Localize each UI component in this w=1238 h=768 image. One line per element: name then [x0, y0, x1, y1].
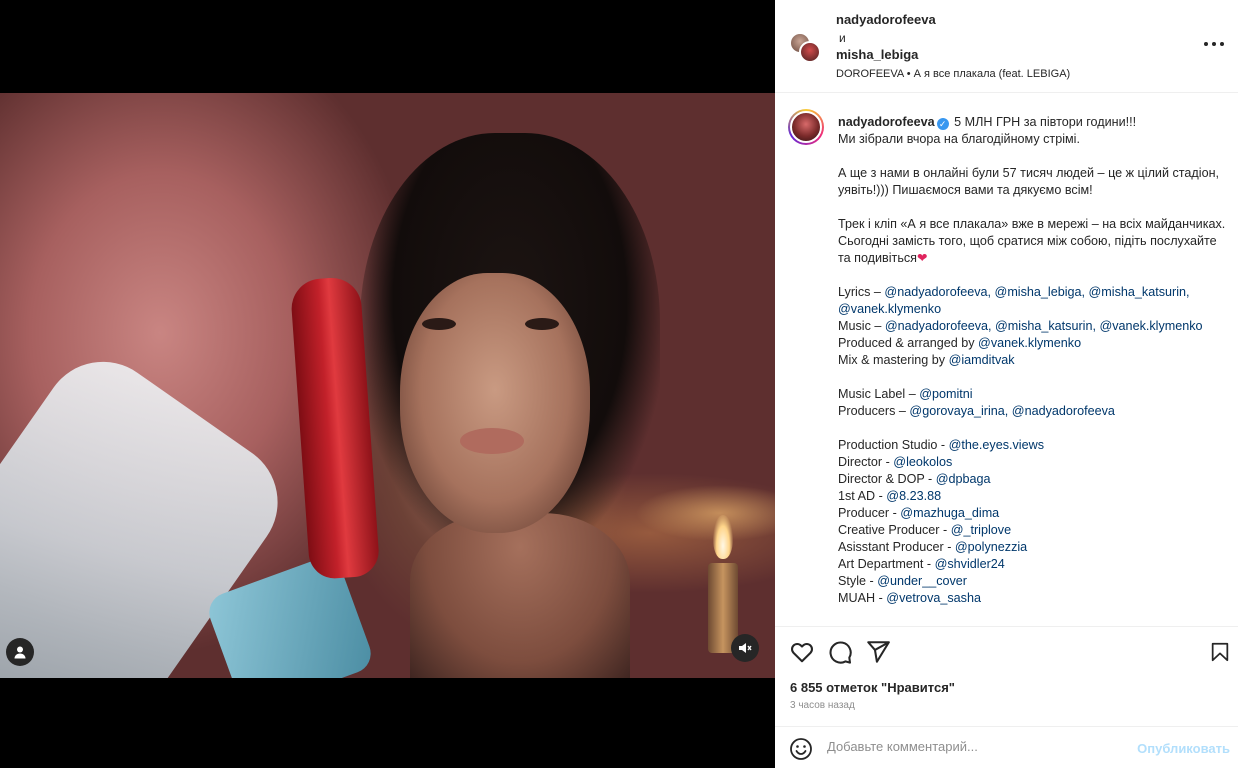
credit-mentions[interactable]: @_triplove	[951, 523, 1011, 537]
emoji-icon[interactable]	[789, 737, 813, 761]
credit-mentions[interactable]: @8.23.88	[886, 489, 941, 503]
collab-avatars[interactable]	[789, 32, 825, 64]
caption-username[interactable]: nadyadorofeeva	[838, 115, 935, 129]
post-side-panel: nadyadorofeeva и misha_lebiga DOROFEEVA …	[775, 0, 1238, 768]
post-media	[0, 0, 775, 768]
credit-line: Produced & arranged by @vanek.klymenko	[838, 335, 1230, 352]
video-frame-neck	[410, 513, 630, 678]
post-header: nadyadorofeeva и misha_lebiga DOROFEEVA …	[775, 0, 1238, 93]
credit-mentions[interactable]: @nadyadorofeeva, @misha_lebiga, @misha_k…	[838, 285, 1190, 316]
credit-mentions[interactable]: @nadyadorofeeva, @misha_katsurin, @vanek…	[885, 319, 1203, 333]
credit-mentions[interactable]: @gorovaya_irina, @nadyadorofeeva	[909, 404, 1115, 418]
credit-line: Producers – @gorovaya_irina, @nadyadorof…	[838, 403, 1230, 420]
credit-label: Director & DOP -	[838, 472, 936, 486]
caption-paragraph: А ще з нами в онлайні були 57 тисяч люде…	[838, 166, 1220, 197]
comment-icon[interactable]	[827, 639, 853, 665]
credit-line: Music Label – @pomitni	[838, 386, 1230, 403]
credits-block-1: Lyrics – @nadyadorofeeva, @misha_lebiga,…	[838, 284, 1230, 369]
credit-mentions[interactable]: @vetrova_sasha	[886, 591, 981, 605]
caption-first-line: 5 МЛН ГРН за півтори години!!!	[950, 115, 1137, 129]
tagged-users-button[interactable]	[6, 638, 34, 666]
credit-line: Music – @nadyadorofeeva, @misha_katsurin…	[838, 318, 1230, 335]
caption-text: nadyadorofeeva ✓ 5 МЛН ГРН за півтори год…	[838, 114, 1230, 624]
credit-label: Lyrics –	[838, 285, 885, 299]
comment-input[interactable]	[827, 739, 1127, 754]
heart-emoji: ❤	[917, 251, 928, 265]
credit-line: Art Department - @shvidler24	[838, 556, 1230, 573]
credits-block-2: Music Label – @pomitni Producers – @gorov…	[838, 386, 1230, 420]
video-frame-lips	[460, 428, 524, 454]
caption-line: Сьогодні замість того, щоб сратися між с…	[838, 234, 1217, 265]
video-frame-eye	[525, 318, 559, 330]
more-options-icon[interactable]	[1204, 38, 1224, 50]
post-actions	[775, 626, 1238, 676]
publish-button[interactable]: Опубликовать	[1137, 741, 1230, 756]
credit-mentions[interactable]: @the.eyes.views	[949, 438, 1044, 452]
credit-label: Music Label –	[838, 387, 920, 401]
credit-mentions[interactable]: @pomitni	[919, 387, 972, 401]
credit-line: Mix & mastering by @iamditvak	[838, 352, 1230, 369]
credit-line: Director - @leokolos	[838, 454, 1230, 471]
credit-label: Style -	[838, 574, 878, 588]
author-username[interactable]: nadyadorofeeva	[836, 12, 936, 27]
video-player[interactable]	[0, 93, 775, 678]
credit-line: Producer - @mazhuga_dima	[838, 505, 1230, 522]
caption-line: Трек і кліп «А я все плакала» вже в мере…	[838, 217, 1226, 231]
credit-label: Production Studio -	[838, 438, 949, 452]
audio-track-link[interactable]: DOROFEEVA • А я все плакала (feat. LEBIG…	[836, 68, 1070, 80]
heart-icon[interactable]	[789, 639, 815, 665]
collaborator-username[interactable]: misha_lebiga	[836, 47, 918, 62]
credit-mentions[interactable]: @under__cover	[877, 574, 967, 588]
credit-line: MUAH - @vetrova_sasha	[838, 590, 1230, 607]
video-frame-face	[400, 273, 590, 533]
caption-line: Ми зібрали вчора на благодійному стрімі.	[838, 132, 1080, 146]
credit-mentions[interactable]: @vanek.klymenko	[978, 336, 1081, 350]
conjunction-text: и	[839, 31, 846, 45]
credit-mentions[interactable]: @leokolos	[893, 455, 952, 469]
credit-label: Producer -	[838, 506, 901, 520]
post-timestamp[interactable]: 3 часов назад	[790, 700, 855, 711]
comment-bar: Опубликовать	[775, 726, 1238, 768]
credit-label: Producers –	[838, 404, 910, 418]
credit-line: Director & DOP - @dpbaga	[838, 471, 1230, 488]
credit-line: Production Studio - @the.eyes.views	[838, 437, 1230, 454]
user-icon	[14, 646, 26, 659]
credit-label: 1st AD -	[838, 489, 887, 503]
credit-label: Produced & arranged by	[838, 336, 979, 350]
credit-line: Lyrics – @nadyadorofeeva, @misha_lebiga,…	[838, 284, 1230, 318]
likes-count[interactable]: 6 855 отметок "Нравится"	[790, 680, 955, 695]
bookmark-icon[interactable]	[1209, 639, 1231, 665]
credits-block-3: Production Studio - @the.eyes.views Direc…	[838, 437, 1230, 607]
credit-label: Director -	[838, 455, 894, 469]
credit-mentions[interactable]: @mazhuga_dima	[900, 506, 999, 520]
credit-label: Asisstant Producer -	[838, 540, 955, 554]
caption-area: nadyadorofeeva ✓ 5 МЛН ГРН за півтори год…	[775, 94, 1238, 626]
credit-label: Mix & mastering by	[838, 353, 949, 367]
share-icon[interactable]	[865, 639, 891, 665]
credit-label: Music –	[838, 319, 885, 333]
credit-label: MUAH -	[838, 591, 887, 605]
mute-toggle-button[interactable]	[731, 634, 759, 662]
credit-mentions[interactable]: @shvidler24	[935, 557, 1005, 571]
credit-label: Art Department -	[838, 557, 935, 571]
credit-mentions[interactable]: @dpbaga	[936, 472, 991, 486]
caption-paragraph: Трек і кліп «А я все плакала» вже в мере…	[838, 216, 1230, 267]
credit-mentions[interactable]: @iamditvak	[949, 353, 1015, 367]
credit-line: Creative Producer - @_triplove	[838, 522, 1230, 539]
credit-mentions[interactable]: @polynezzia	[955, 540, 1027, 554]
muted-speaker-icon	[739, 643, 752, 653]
video-frame-flame	[713, 515, 733, 559]
credit-line: Style - @under__cover	[838, 573, 1230, 590]
video-frame-eye	[422, 318, 456, 330]
verified-badge-icon: ✓	[936, 118, 949, 130]
credit-label: Creative Producer -	[838, 523, 951, 537]
credit-line: 1st AD - @8.23.88	[838, 488, 1230, 505]
avatar	[799, 41, 821, 63]
credit-line: Asisstant Producer - @polynezzia	[838, 539, 1230, 556]
avatar[interactable]	[788, 109, 824, 145]
